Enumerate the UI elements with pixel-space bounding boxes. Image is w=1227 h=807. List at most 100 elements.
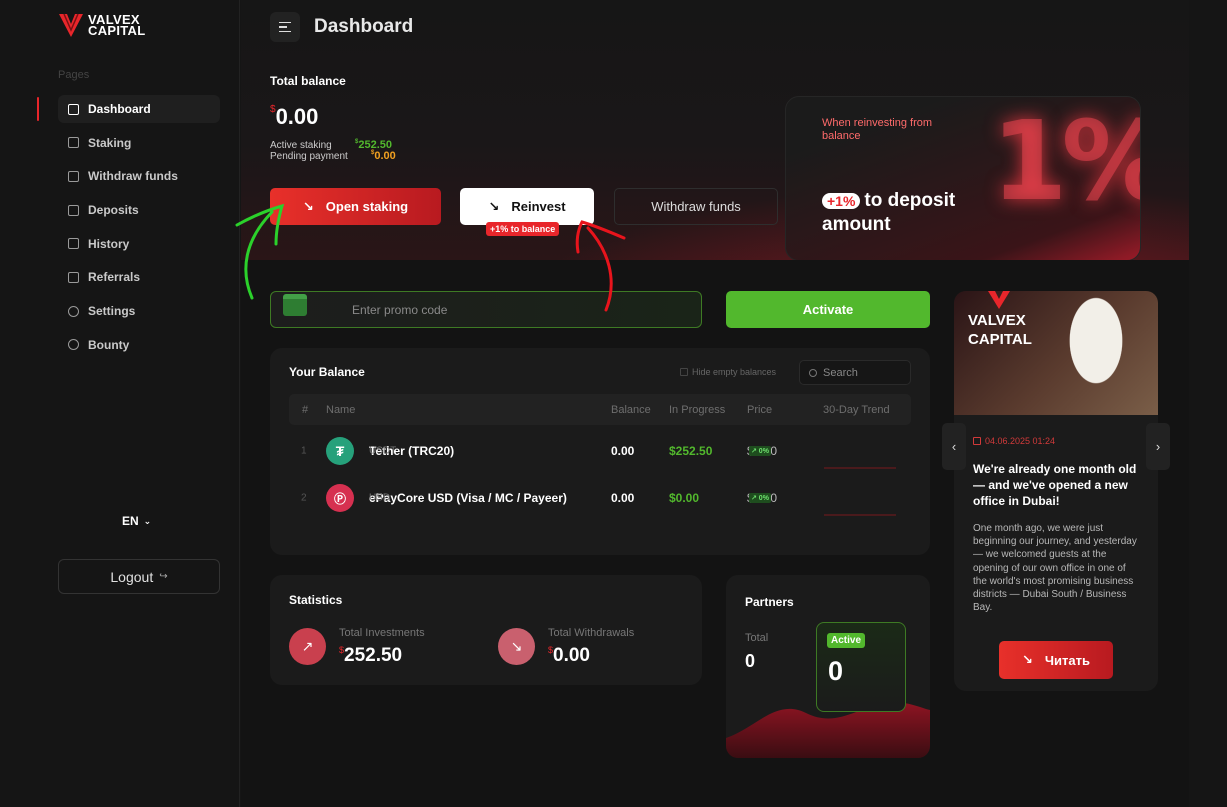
promo-headline-line-1: to deposit [864, 190, 956, 211]
vault-icon [68, 170, 79, 182]
promo-code-placeholder: Enter promo code [352, 302, 448, 317]
reinvest-bonus-badge: +1% to balance [486, 222, 560, 236]
menu-icon [279, 21, 291, 24]
promo-headline-line-2: amount [822, 214, 891, 235]
news-image: VALVEX CAPITAL [954, 291, 1158, 415]
chevron-down-icon: ⌄ [143, 515, 152, 526]
partners-total-label: Total [745, 632, 769, 644]
trend-up-icon: ↗ [289, 628, 326, 665]
news-logo-line-2: CAPITAL [968, 331, 1032, 348]
gift-icon [283, 294, 307, 316]
read-more-button[interactable]: ↘ Читать [999, 641, 1113, 679]
logo-text: VALVEX CAPITAL [88, 13, 145, 37]
sidebar-item-referrals[interactable]: Referrals [58, 263, 220, 291]
total-withdrawals-label: Total Withdrawals [548, 627, 635, 639]
logout-button[interactable]: Logout ↪ [58, 559, 220, 594]
asset-name-text: ePayCore USD (Visa / MC / Payeer) [369, 491, 567, 505]
calendar-icon [973, 437, 981, 445]
column-header-trend: 30-Day Trend [823, 403, 890, 416]
news-body: One month ago, we were just beginning ou… [973, 523, 1137, 614]
reinvest-promo-banner: 1% When reinvesting from balance +1%to d… [785, 96, 1141, 260]
column-header-price[interactable]: Price [747, 404, 772, 416]
sidebar-item-staking[interactable]: Staking [58, 129, 220, 157]
arrow-down-right-icon: ↘ [302, 198, 314, 214]
column-header-balance[interactable]: Balance [611, 404, 651, 416]
news-logo-line-1: VALVEX [968, 312, 1026, 329]
pending-payment-value: $0.00 [371, 150, 396, 162]
pending-payment-amount: 0.00 [374, 150, 396, 162]
sidebar-item-label: Staking [88, 135, 132, 150]
news-title: We're already one month old — and we've … [973, 462, 1137, 508]
active-staking-label: Active staking [270, 140, 332, 151]
column-header-index: # [302, 403, 309, 416]
pending-payment-label: Pending payment [270, 151, 348, 162]
carousel-next-button[interactable]: › [1146, 423, 1170, 470]
sidebar: VALVEX CAPITAL Pages Dashboard Staking W… [0, 0, 240, 807]
search-placeholder: Search [823, 366, 858, 379]
open-staking-button[interactable]: ↘ Open staking [270, 188, 441, 225]
table-row[interactable]: 2 Ⓟ ePayCore USD (Visa / MC / Payeer) US… [289, 475, 911, 521]
asset-balance: 0.00 [611, 491, 635, 505]
promo-big-number: 1% [991, 97, 1140, 225]
search-icon [809, 368, 817, 377]
statistics-title: Statistics [289, 593, 343, 607]
column-header-name[interactable]: Name [326, 404, 355, 416]
asset-ticker: USD [369, 492, 391, 504]
promo-headline: +1% to deposit amount [822, 189, 955, 236]
sidebar-item-history[interactable]: History [58, 230, 220, 258]
total-balance-label: Total balance [270, 74, 346, 88]
sidebar-nav: Dashboard Staking Withdraw funds Deposit… [37, 95, 220, 365]
partners-total-value: 0 [745, 651, 756, 671]
asset-in-progress: $252.50 [669, 444, 713, 458]
menu-toggle-button[interactable] [270, 12, 300, 42]
page-title: Dashboard [314, 16, 414, 37]
hide-empty-label: Hide empty balances [692, 367, 777, 377]
trend-down-icon: ↘ [498, 628, 535, 665]
language-selector[interactable]: EN ⌄ [122, 514, 151, 528]
open-staking-label: Open staking [325, 199, 409, 214]
arrow-down-right-icon: ↘ [488, 198, 500, 214]
table-row[interactable]: 1 ₮ Tether (TRC20) USDT 0.00 $252.50 $1.… [289, 428, 911, 474]
promo-code-input[interactable]: Enter promo code [270, 291, 702, 328]
carousel-prev-button[interactable]: ‹ [942, 423, 966, 470]
sidebar-item-bounty[interactable]: Bounty [58, 331, 220, 359]
active-badge: Active [827, 633, 866, 648]
search-input[interactable]: Search [799, 360, 911, 385]
hide-empty-checkbox[interactable]: Hide empty balances [680, 367, 776, 377]
hero-section: Dashboard Total balance $0.00 Active sta… [241, 0, 1189, 260]
sidebar-item-dashboard[interactable]: Dashboard [37, 95, 220, 123]
valvex-logo-icon [59, 13, 83, 37]
promo-pill: +1% [822, 193, 861, 209]
sidebar-item-withdraw-funds[interactable]: Withdraw funds [58, 162, 220, 190]
withdraw-funds-button[interactable]: Withdraw funds [614, 188, 778, 225]
asset-ticker: USDT [369, 445, 397, 457]
nav-section-label: Pages [58, 69, 90, 81]
column-header-in-progress[interactable]: In Progress [669, 404, 725, 416]
sidebar-item-deposits[interactable]: Deposits [58, 196, 220, 224]
sidebar-item-label: Dashboard [88, 102, 151, 116]
menu-icon [279, 26, 287, 28]
total-investments-amount: 252.50 [344, 645, 403, 666]
right-gutter [1189, 0, 1227, 807]
menu-icon [279, 30, 291, 33]
row-index: 2 [301, 492, 307, 504]
total-withdrawals-value: $0.00 [548, 645, 590, 667]
sidebar-item-label: Referrals [88, 270, 141, 285]
gear-icon [68, 305, 79, 317]
sidebar-item-label: Bounty [88, 337, 130, 352]
document-icon [68, 238, 79, 250]
activate-button[interactable]: Activate [726, 291, 930, 328]
partners-active-box: Active 0 [816, 622, 906, 712]
grid-icon [68, 103, 79, 115]
read-more-label: Читать [1044, 652, 1090, 668]
reinvest-button[interactable]: ↘ Reinvest [460, 188, 594, 225]
chevron-right-icon: › [1155, 439, 1161, 454]
partners-card: Partners Total 0 Active 0 [726, 575, 930, 758]
sidebar-item-settings[interactable]: Settings [58, 297, 220, 325]
partners-title: Partners [745, 595, 794, 609]
logo[interactable]: VALVEX CAPITAL [58, 12, 145, 38]
sidebar-item-label: History [88, 236, 130, 251]
your-balance-title: Your Balance [289, 365, 365, 379]
partners-active-value: 0 [828, 656, 844, 686]
reinvest-label: Reinvest [511, 199, 566, 214]
